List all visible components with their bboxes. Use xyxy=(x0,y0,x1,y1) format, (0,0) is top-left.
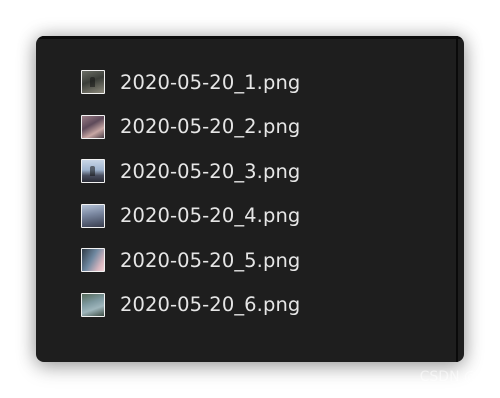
file-item-6[interactable]: 2020-05-20_6.png xyxy=(81,283,300,328)
image-thumbnail-icon xyxy=(81,159,105,184)
file-item-2[interactable]: 2020-05-20_2.png xyxy=(81,105,300,150)
image-thumbnail-icon xyxy=(81,203,105,228)
image-thumbnail-icon xyxy=(81,114,105,139)
file-list-window: 2020-05-20_1.png 2020-05-20_2.png 2020-0… xyxy=(36,36,464,362)
file-item-4[interactable]: 2020-05-20_4.png xyxy=(81,194,300,239)
file-name: 2020-05-20_2.png xyxy=(120,115,301,139)
image-thumbnail-icon xyxy=(81,70,105,95)
image-thumbnail-icon xyxy=(81,248,105,273)
file-item-5[interactable]: 2020-05-20_5.png xyxy=(81,238,300,283)
file-name: 2020-05-20_3.png xyxy=(120,159,301,183)
watermark: CSDN @全 xyxy=(419,369,492,385)
file-list: 2020-05-20_1.png 2020-05-20_2.png 2020-0… xyxy=(81,60,300,327)
file-name: 2020-05-20_1.png xyxy=(120,70,301,94)
file-name: 2020-05-20_4.png xyxy=(120,204,301,228)
image-thumbnail-icon xyxy=(81,292,105,317)
file-name: 2020-05-20_5.png xyxy=(120,248,301,272)
file-item-1[interactable]: 2020-05-20_1.png xyxy=(81,60,300,105)
screenshot-stage: 2020-05-20_1.png 2020-05-20_2.png 2020-0… xyxy=(0,0,500,398)
window-right-edge xyxy=(456,36,458,362)
file-item-3[interactable]: 2020-05-20_3.png xyxy=(81,149,300,194)
file-name: 2020-05-20_6.png xyxy=(120,293,301,317)
